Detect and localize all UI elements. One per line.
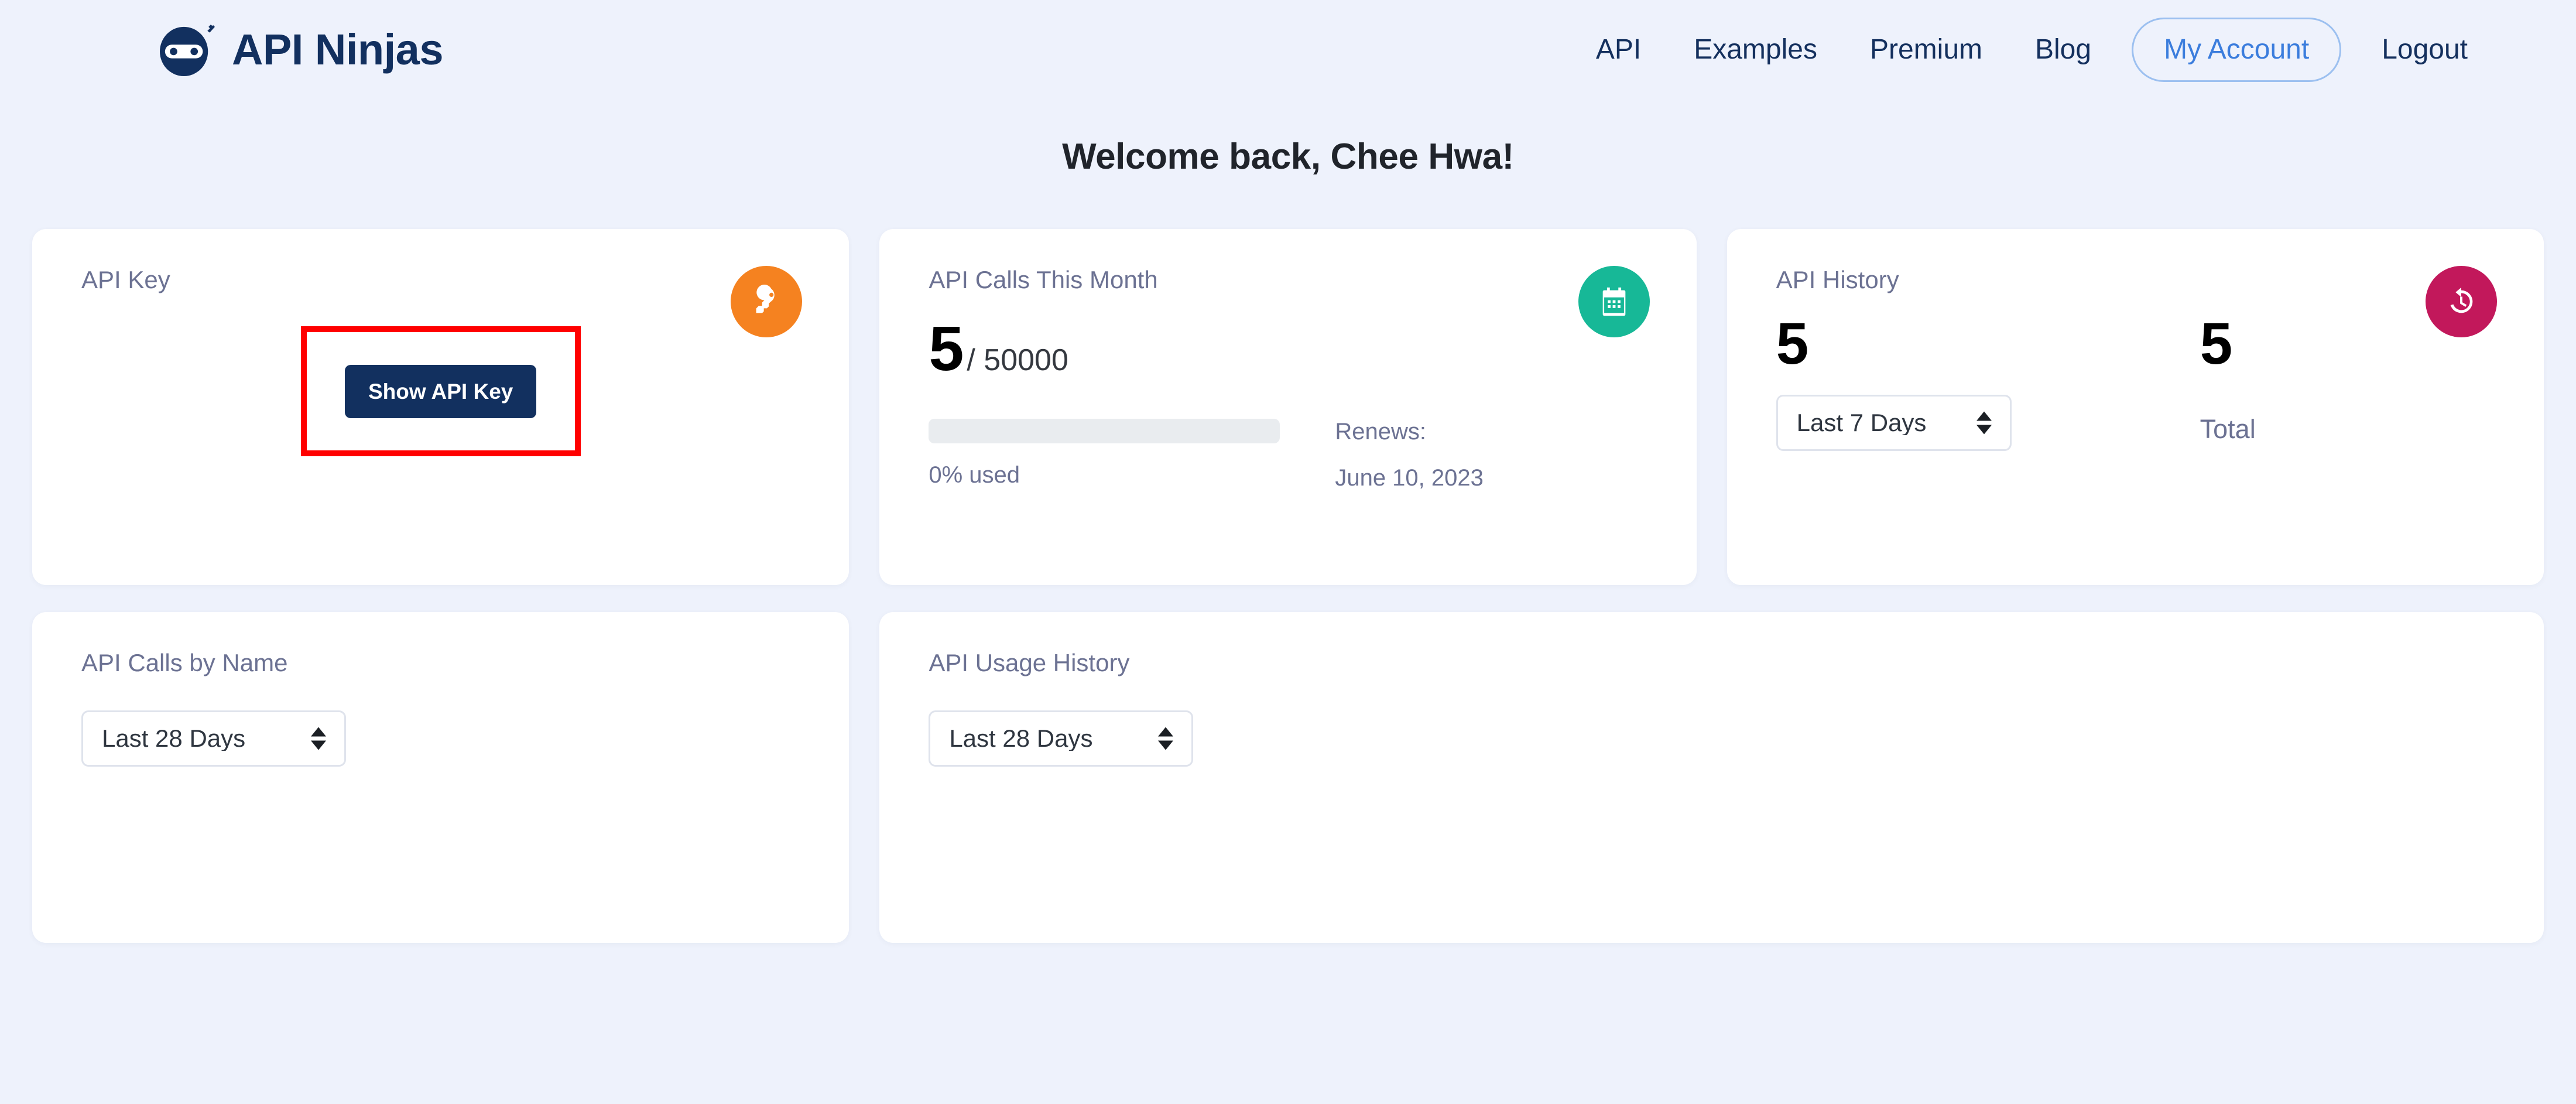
logout-link[interactable]: Logout bbox=[2355, 36, 2494, 64]
api-key-card-title: API Key bbox=[81, 266, 170, 293]
dashboard-grid: API Key Show API Key API Calls This Mont… bbox=[0, 229, 2576, 943]
api-calls-used: 5 bbox=[929, 313, 964, 384]
api-history-total-group: 5 Total bbox=[2200, 313, 2256, 451]
usage-percent-label: 0% used bbox=[929, 462, 1020, 488]
brand-logo-link[interactable]: API Ninjas bbox=[158, 23, 444, 77]
api-history-total-label: Total bbox=[2200, 414, 2256, 444]
usage-progress-bar bbox=[929, 419, 1280, 443]
api-usage-history-title: API Usage History bbox=[929, 649, 1130, 676]
api-calls-limit: / 50000 bbox=[967, 343, 1068, 377]
show-api-key-button[interactable]: Show API Key bbox=[344, 364, 537, 418]
ninja-logo-icon bbox=[158, 23, 215, 77]
history-icon bbox=[2426, 266, 2497, 337]
top-navbar: API Ninjas API Examples Premium Blog My … bbox=[0, 0, 2576, 100]
renews-label: Renews: bbox=[1335, 419, 1426, 445]
calls-by-name-range-select[interactable]: Last 28 Days bbox=[81, 710, 346, 767]
api-history-title: API History bbox=[1776, 266, 1899, 293]
api-history-range-select[interactable]: Last 7 Days bbox=[1776, 395, 2012, 451]
api-calls-by-name-card: API Calls by Name Last 28 Days bbox=[32, 612, 849, 943]
usage-history-range-select[interactable]: Last 28 Days bbox=[929, 710, 1194, 767]
show-api-key-highlight: Show API Key bbox=[300, 326, 581, 456]
usage-history-line-chart: 8 bbox=[929, 767, 2495, 943]
api-calls-count-line: 5 / 50000 bbox=[929, 317, 1647, 380]
api-history-period-group: 5 Last 7 Days bbox=[1776, 313, 2012, 451]
renews-date: June 10, 2023 bbox=[1335, 465, 1484, 491]
api-calls-this-month-card: API Calls This Month 5 / 50000 0% used R… bbox=[879, 229, 1697, 585]
api-calls-by-name-title: API Calls by Name bbox=[81, 649, 288, 676]
welcome-heading: Welcome back, Chee Hwa! bbox=[1062, 136, 1514, 177]
usage-progress-group: 0% used bbox=[929, 419, 1280, 487]
api-calls-month-title: API Calls This Month bbox=[929, 266, 1158, 293]
api-history-card: API History 5 Last 7 Days 5 Total bbox=[1727, 229, 2544, 585]
nav-links-group: API Examples Premium Blog My Account Log… bbox=[1570, 18, 2494, 82]
api-history-range-select-wrap[interactable]: Last 7 Days bbox=[1776, 395, 2012, 451]
calls-by-name-range-select-wrap[interactable]: Last 28 Days bbox=[81, 710, 346, 767]
calendar-icon bbox=[1578, 266, 1650, 337]
api-key-card: API Key Show API Key bbox=[32, 229, 849, 585]
api-usage-history-card: API Usage History Last 28 Days 8 bbox=[879, 612, 2544, 943]
usage-row: 0% used Renews: June 10, 2023 bbox=[929, 419, 1647, 490]
api-history-total-count: 5 bbox=[2200, 311, 2233, 377]
api-history-stats: 5 Last 7 Days 5 Total bbox=[1776, 313, 2495, 451]
nav-link-premium[interactable]: Premium bbox=[1844, 36, 2009, 64]
nav-link-blog[interactable]: Blog bbox=[2009, 36, 2118, 64]
api-history-period-count: 5 bbox=[1776, 311, 1809, 377]
my-account-button[interactable]: My Account bbox=[2132, 18, 2342, 82]
brand-name: API Ninjas bbox=[232, 25, 444, 74]
key-icon bbox=[731, 266, 803, 337]
nav-link-api[interactable]: API bbox=[1570, 36, 1667, 64]
usage-history-range-select-wrap[interactable]: Last 28 Days bbox=[929, 710, 1194, 767]
nav-link-examples[interactable]: Examples bbox=[1667, 36, 1844, 64]
renews-group: Renews: June 10, 2023 bbox=[1335, 419, 1484, 490]
calls-by-name-pie-chart bbox=[81, 767, 800, 943]
